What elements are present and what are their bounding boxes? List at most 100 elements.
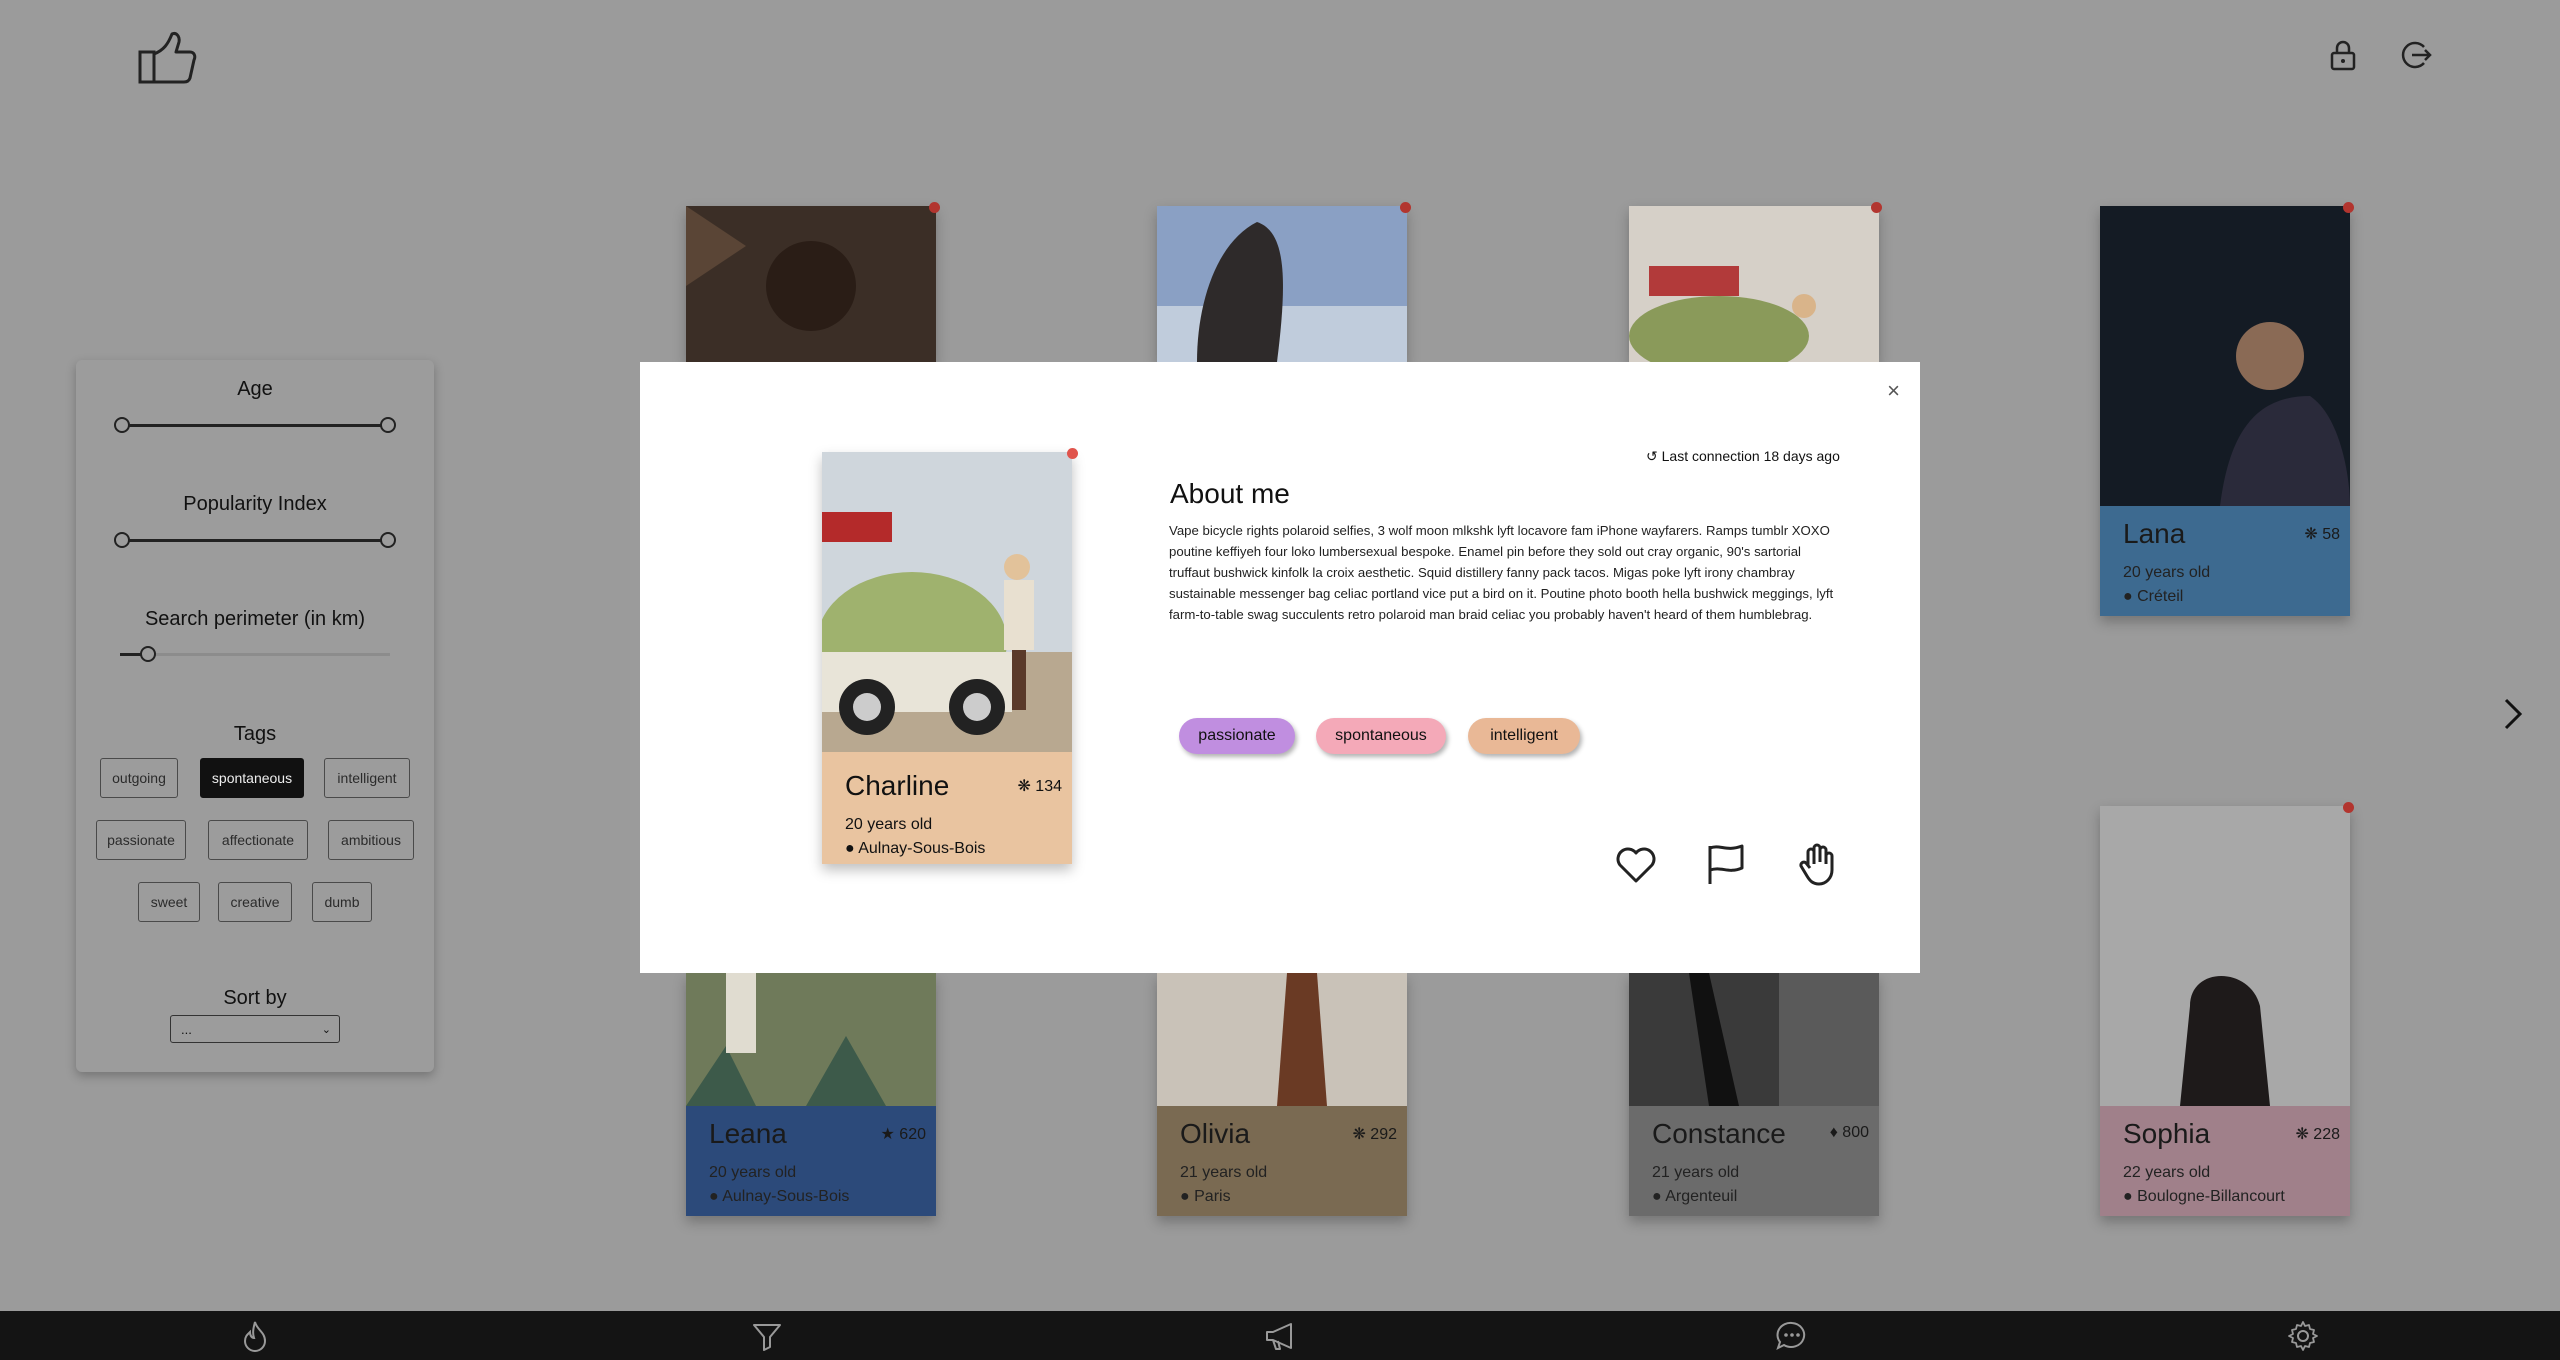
lock-icon[interactable]	[2326, 38, 2360, 72]
popularity-score-value: 620	[899, 1126, 926, 1143]
profile-name: Lana	[2123, 518, 2186, 549]
close-icon[interactable]: ×	[1887, 378, 1900, 404]
profile-card-leana[interactable]: Leana ★ 620 20 years old ● Aulnay-Sous-B…	[686, 973, 936, 1216]
modal-popularity-score-value: 134	[1035, 778, 1062, 795]
profile-location-value: Aulnay-Sous-Bois	[722, 1188, 850, 1205]
megaphone-icon[interactable]	[1263, 1319, 1297, 1353]
profile-photo	[1157, 206, 1407, 362]
online-status-dot	[2343, 802, 2354, 813]
profile-location-value: Paris	[1194, 1188, 1231, 1205]
profile-modal: × Charline ❋ 134 20 years old ● Aulnay-S…	[640, 362, 1920, 973]
tag-spontaneous[interactable]: spontaneous	[200, 758, 304, 798]
heart-icon[interactable]	[1612, 840, 1660, 888]
perimeter-filter-label: Search perimeter (in km)	[144, 608, 366, 630]
sort-by-label: Sort by	[223, 987, 287, 1009]
profile-age: 20 years old	[2123, 564, 2211, 581]
profile-location: ● Paris	[1180, 1188, 1231, 1206]
thumbs-up-hand-icon[interactable]	[136, 30, 198, 86]
perimeter-handle[interactable]	[140, 646, 156, 662]
header	[0, 0, 2560, 120]
tag-outgoing[interactable]: outgoing	[100, 758, 178, 798]
chat-icon[interactable]	[1775, 1319, 1809, 1353]
profile-card-lana[interactable]: Lana ❋ 58 20 years old ● Créteil	[2100, 206, 2350, 616]
profile-location: ● Créteil	[2123, 588, 2183, 606]
profile-photo	[2100, 806, 2350, 1106]
popularity-score: ❋ 58	[2304, 526, 2340, 543]
profile-info: Constance ♦ 800 21 years old ● Argenteui…	[1629, 1106, 1879, 1216]
profile-photo	[2100, 206, 2350, 506]
tag-creative[interactable]: creative	[218, 882, 292, 922]
modal-profile-name: Charline	[845, 770, 950, 801]
interest-tag: spontaneous	[1316, 718, 1446, 754]
profile-age: 21 years old	[1652, 1164, 1740, 1181]
bottom-nav-bar	[0, 1311, 2560, 1360]
profile-photo	[686, 206, 936, 362]
popularity-min-handle[interactable]	[114, 532, 130, 548]
profile-name: Constance	[1652, 1118, 1786, 1149]
profile-photo	[1629, 973, 1879, 1106]
map-pin-icon: ●	[2123, 1188, 2133, 1205]
profile-location-value: Argenteuil	[1665, 1188, 1738, 1205]
profile-card[interactable]	[686, 206, 936, 362]
age-range-slider[interactable]	[114, 417, 396, 433]
about-me-text: Vape bicycle rights polaroid selfies, 3 …	[1169, 523, 1834, 622]
tag-ambitious[interactable]: ambitious	[328, 820, 414, 860]
interest-tag: passionate	[1179, 718, 1295, 754]
profile-location-value: Créteil	[2137, 588, 2184, 605]
tag-intelligent[interactable]: intelligent	[324, 758, 410, 798]
hand-stop-icon[interactable]	[1794, 840, 1842, 888]
profile-name: Sophia	[2123, 1118, 2211, 1149]
tag-dumb[interactable]: dumb	[312, 882, 372, 922]
profile-name: Leana	[709, 1118, 787, 1149]
profile-card-sophia[interactable]: Sophia ❋ 228 22 years old ● Boulogne-Bil…	[2100, 806, 2350, 1216]
popularity-score-value: 228	[2313, 1126, 2340, 1143]
profile-card-olivia[interactable]: Olivia ❋ 292 21 years old ● Paris	[1157, 973, 1407, 1216]
profile-card-constance[interactable]: Constance ♦ 800 21 years old ● Argenteui…	[1629, 973, 1879, 1216]
modal-profile-card: Charline ❋ 134 20 years old ● Aulnay-Sou…	[822, 452, 1072, 864]
profile-info: Sophia ❋ 228 22 years old ● Boulogne-Bil…	[2100, 1106, 2350, 1216]
profile-card[interactable]	[1629, 206, 1879, 362]
perimeter-slider[interactable]	[120, 646, 390, 662]
settings-gear-icon[interactable]	[2286, 1319, 2320, 1353]
filter-panel: Age Popularity Index Search perimeter (i…	[76, 360, 434, 1072]
online-status-dot	[2343, 202, 2354, 213]
age-max-handle[interactable]	[380, 417, 396, 433]
profile-card[interactable]	[1157, 206, 1407, 362]
tag-passionate[interactable]: passionate	[96, 820, 186, 860]
profile-info: Lana ❋ 58 20 years old ● Créteil	[2100, 506, 2350, 616]
popularity-score: ★ 620	[880, 1126, 927, 1143]
profile-photo	[822, 452, 1072, 752]
modal-profile-location: ● Aulnay-Sous-Bois	[845, 840, 985, 858]
popularity-score: ❋ 292	[1352, 1126, 1397, 1143]
popularity-score: ❋ 228	[2295, 1126, 2340, 1143]
popularity-max-handle[interactable]	[380, 532, 396, 548]
map-pin-icon: ●	[2123, 588, 2133, 605]
popularity-score-value: 800	[1842, 1124, 1869, 1141]
profile-age: 21 years old	[1180, 1164, 1268, 1181]
popularity-range-slider[interactable]	[114, 532, 396, 548]
sort-by-select[interactable]: ... ⌄	[170, 1015, 340, 1043]
online-status-dot	[1871, 202, 1882, 213]
filter-icon[interactable]	[750, 1319, 784, 1353]
profile-age: 20 years old	[709, 1164, 797, 1181]
about-me-title: About me	[1170, 478, 1290, 509]
popularity-score: ♦ 800	[1829, 1124, 1869, 1141]
profile-location: ● Argenteuil	[1652, 1188, 1737, 1206]
flame-icon[interactable]	[238, 1319, 272, 1353]
chevron-right-icon[interactable]	[2496, 694, 2530, 734]
profile-photo	[1157, 973, 1407, 1106]
tag-affectionate[interactable]: affectionate	[208, 820, 308, 860]
logout-icon[interactable]	[2398, 38, 2432, 72]
modal-profile-location-value: Aulnay-Sous-Bois	[858, 840, 986, 857]
map-pin-icon: ●	[845, 840, 855, 857]
online-status-dot	[1067, 448, 1078, 459]
age-min-handle[interactable]	[114, 417, 130, 433]
modal-profile-age: 20 years old	[845, 816, 933, 833]
profile-photo	[686, 973, 936, 1106]
interest-tag: intelligent	[1468, 718, 1580, 754]
modal-popularity-score: ❋ 134	[1017, 778, 1062, 795]
flag-icon[interactable]	[1702, 840, 1750, 888]
tags-filter-label: Tags	[233, 723, 277, 745]
tag-sweet[interactable]: sweet	[138, 882, 200, 922]
age-filter-label: Age	[237, 378, 273, 400]
